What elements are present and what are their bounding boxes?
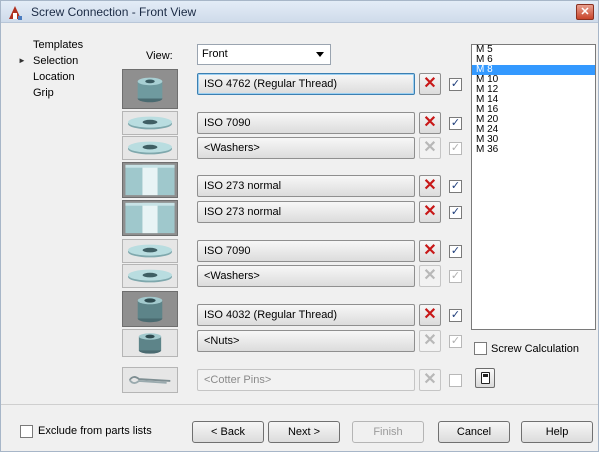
part-field-hole-1[interactable]: ISO 273 normal (197, 175, 415, 197)
washer-icon[interactable] (122, 136, 178, 160)
next-button[interactable]: Next > (268, 421, 340, 443)
part-field-washer-top[interactable]: ISO 7090 (197, 112, 415, 134)
chevron-down-icon (316, 52, 324, 57)
remove-cotter-pin-icon[interactable]: ✕ (419, 369, 441, 391)
include-hole-2-checkbox[interactable]: ✓ (449, 206, 462, 219)
cancel-button[interactable]: Cancel (438, 421, 510, 443)
nav-item-grip[interactable]: Grip (11, 85, 111, 101)
size-item[interactable]: M 36 (472, 145, 595, 155)
screw-calculation-label: Screw Calculation (491, 343, 580, 355)
current-step-marker-icon: ► (18, 56, 26, 65)
help-button[interactable]: Help (521, 421, 593, 443)
part-field-washer-bottom[interactable]: ISO 7090 (197, 240, 415, 262)
app-icon (9, 6, 22, 20)
cotter-pin-icon[interactable] (122, 367, 178, 393)
close-icon[interactable]: ✕ (576, 4, 594, 20)
nav-item-label: Grip (33, 87, 54, 99)
view-label: View: (146, 50, 173, 62)
include-washer-top-2-checkbox[interactable]: ✓ (449, 142, 462, 155)
view-dropdown-value: Front (202, 48, 228, 60)
include-washer-bottom-checkbox[interactable]: ✓ (449, 245, 462, 258)
dialog-window: Screw Connection - Front View ✕ Template… (0, 0, 599, 452)
part-field-nut-2[interactable]: <Nuts> (197, 330, 415, 352)
include-nut-2-checkbox[interactable]: ✓ (449, 335, 462, 348)
washer-icon[interactable] (122, 111, 178, 135)
part-field-screw[interactable]: ISO 4762 (Regular Thread) (197, 73, 415, 95)
nav-item-label: Selection (33, 55, 79, 67)
remove-washer-top-2-icon[interactable]: ✕ (419, 137, 441, 159)
part-field-washer-bottom-2[interactable]: <Washers> (197, 265, 415, 287)
include-screw-checkbox[interactable]: ✓ (449, 78, 462, 91)
remove-hole-2-icon[interactable]: ✕ (419, 201, 441, 223)
calculator-icon[interactable] (475, 368, 495, 388)
nav-item-label: Templates (33, 39, 84, 51)
part-field-nut[interactable]: ISO 4032 (Regular Thread) (197, 304, 415, 326)
calculator-screen (483, 374, 488, 377)
include-washer-top-checkbox[interactable]: ✓ (449, 117, 462, 130)
part-field-hole-2[interactable]: ISO 273 normal (197, 201, 415, 223)
remove-hole-1-icon[interactable]: ✕ (419, 175, 441, 197)
include-cotter-pin-checkbox[interactable] (449, 374, 462, 387)
include-nut-checkbox[interactable]: ✓ (449, 309, 462, 322)
screw-calculation-checkbox[interactable] (474, 342, 487, 355)
view-dropdown[interactable]: Front (197, 44, 331, 65)
exclude-parts-list-label: Exclude from parts lists (38, 425, 152, 437)
part-field-cotter-pin[interactable]: <Cotter Pins> (197, 369, 415, 391)
size-listbox[interactable]: M 5 M 6 M 8 M 10 M 12 M 14 M 16 M 20 M 2… (471, 44, 596, 330)
wizard-nav: Templates ► Selection Location Grip (11, 37, 111, 101)
remove-nut-icon[interactable]: ✕ (419, 304, 441, 326)
remove-washer-bottom-icon[interactable]: ✕ (419, 240, 441, 262)
window-title: Screw Connection - Front View (31, 5, 197, 19)
part-field-washer-top-2[interactable]: <Washers> (197, 137, 415, 159)
footer-divider (1, 404, 598, 405)
cap-screw-icon[interactable] (122, 69, 178, 109)
nav-item-location[interactable]: Location (11, 69, 111, 85)
include-washer-bottom-2-checkbox[interactable]: ✓ (449, 270, 462, 283)
through-hole-icon[interactable] (122, 200, 178, 236)
title-bar[interactable]: Screw Connection - Front View ✕ (1, 1, 598, 23)
nav-item-label: Location (33, 71, 75, 83)
remove-screw-icon[interactable]: ✕ (419, 73, 441, 95)
exclude-parts-list-checkbox[interactable] (20, 425, 33, 438)
through-hole-icon[interactable] (122, 162, 178, 198)
remove-nut-2-icon[interactable]: ✕ (419, 330, 441, 352)
remove-washer-top-icon[interactable]: ✕ (419, 112, 441, 134)
washer-icon[interactable] (122, 239, 178, 263)
calculator-body (481, 372, 490, 384)
nav-item-templates[interactable]: Templates (11, 37, 111, 53)
finish-button[interactable]: Finish (352, 421, 424, 443)
hex-nut-icon[interactable] (122, 329, 178, 357)
nav-item-selection[interactable]: ► Selection (11, 53, 111, 69)
include-hole-1-checkbox[interactable]: ✓ (449, 180, 462, 193)
washer-icon[interactable] (122, 264, 178, 288)
hex-nut-icon[interactable] (122, 291, 178, 327)
remove-washer-bottom-2-icon[interactable]: ✕ (419, 265, 441, 287)
back-button[interactable]: < Back (192, 421, 264, 443)
